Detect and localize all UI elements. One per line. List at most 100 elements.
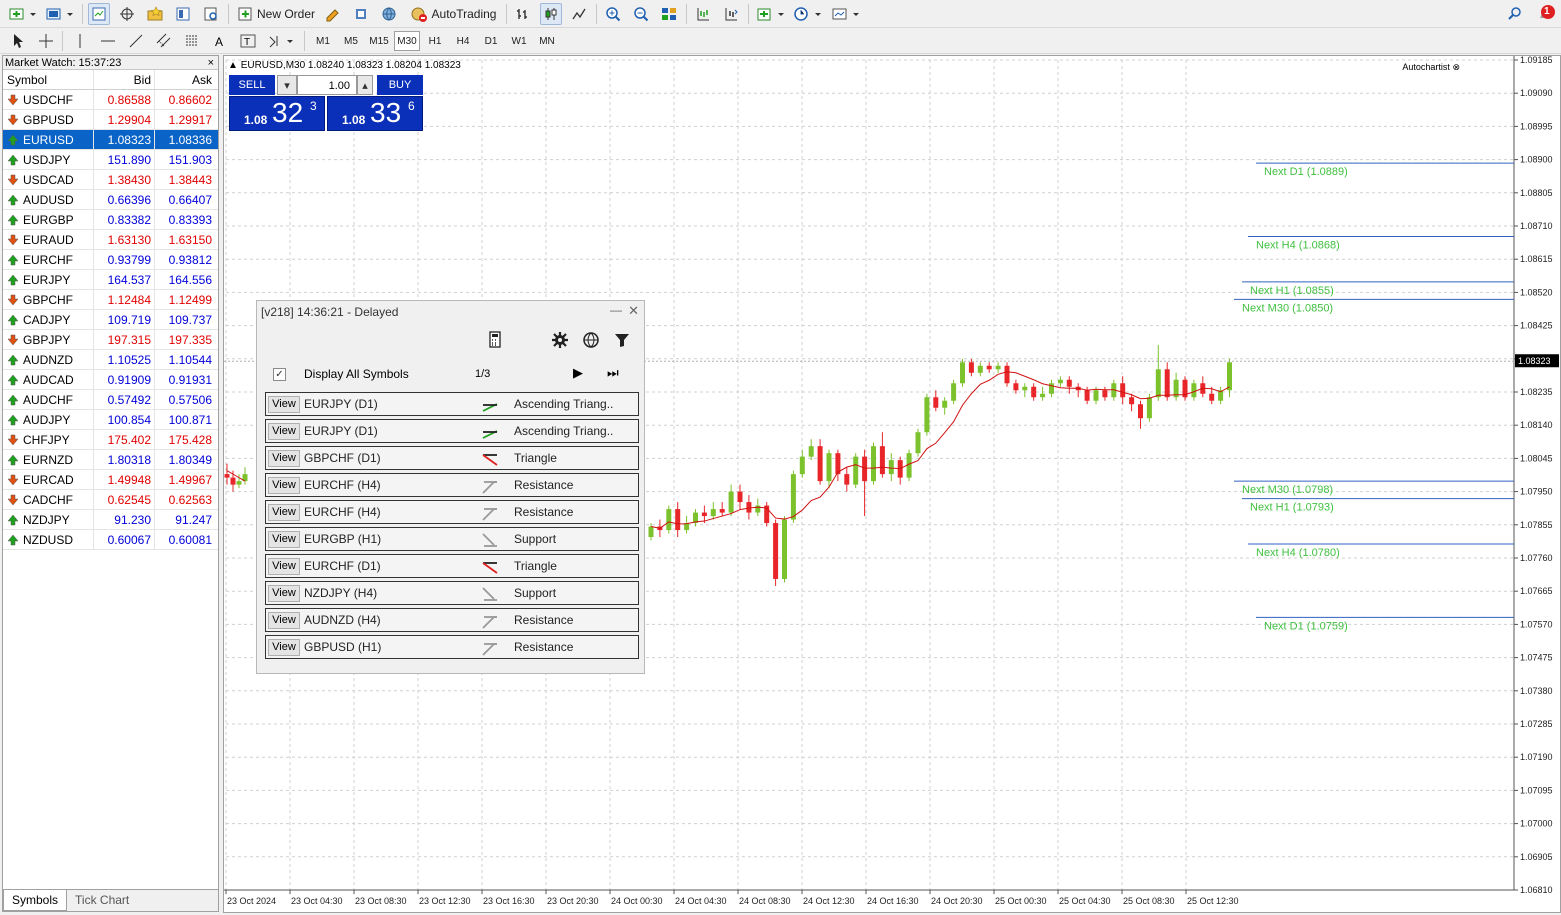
market-watch-row[interactable]: EURCAD 1.49948 1.49967 [3, 470, 218, 490]
signals-button[interactable] [350, 3, 372, 25]
market-watch-row[interactable]: AUDUSD 0.66396 0.66407 [3, 190, 218, 210]
line-chart-button[interactable] [568, 3, 590, 25]
pattern-row[interactable]: View EURJPY (D1) Ascending Triang.. [265, 392, 639, 416]
market-watch-row[interactable]: EURAUD 1.63130 1.63150 [3, 230, 218, 250]
crosshair-button[interactable] [36, 30, 56, 52]
timeframe-m15-button[interactable]: M15 [366, 31, 392, 51]
market-watch-row[interactable]: GBPCHF 1.12484 1.12499 [3, 290, 218, 310]
filter-button[interactable] [613, 331, 631, 349]
tab-symbols[interactable]: Symbols [3, 890, 68, 911]
terminal-button[interactable] [172, 3, 194, 25]
market-watch-row[interactable]: EURJPY 164.537 164.556 [3, 270, 218, 290]
market-watch-button[interactable] [88, 3, 110, 25]
view-button[interactable]: View [268, 585, 300, 602]
tile-windows-button[interactable] [658, 3, 680, 25]
community-button[interactable] [378, 3, 400, 25]
lot-decrease-button[interactable]: ▾ [277, 75, 297, 95]
market-watch-row[interactable]: AUDCHF 0.57492 0.57506 [3, 390, 218, 410]
data-window-button[interactable] [116, 3, 138, 25]
view-button[interactable]: View [268, 423, 300, 440]
sell-button[interactable]: SELL [229, 75, 275, 95]
view-button[interactable]: View [268, 639, 300, 656]
pattern-row[interactable]: View EURCHF (D1) Triangle [265, 554, 639, 578]
timeframe-mn-button[interactable]: MN [534, 31, 560, 51]
view-button[interactable]: View [268, 504, 300, 521]
close-icon[interactable]: × [208, 56, 214, 70]
market-watch-row[interactable]: USDCAD 1.38430 1.38443 [3, 170, 218, 190]
market-watch-row[interactable]: EURGBP 0.83382 0.83393 [3, 210, 218, 230]
market-watch-row[interactable]: GBPUSD 1.29904 1.29917 [3, 110, 218, 130]
market-watch-row[interactable]: AUDCAD 0.91909 0.91931 [3, 370, 218, 390]
timeframe-m5-button[interactable]: M5 [338, 31, 364, 51]
buy-button[interactable]: BUY [377, 75, 423, 95]
text-label-button[interactable]: T [238, 30, 258, 52]
market-watch-row[interactable]: NZDUSD 0.60067 0.60081 [3, 530, 218, 550]
pattern-row[interactable]: View NZDJPY (H4) Support [265, 581, 639, 605]
trendline-button[interactable] [126, 30, 146, 52]
last-page-icon[interactable]: ⏭ [607, 365, 619, 381]
market-watch-row[interactable]: AUDJPY 100.854 100.871 [3, 410, 218, 430]
minimize-icon[interactable]: — [610, 303, 622, 317]
zoom-out-button[interactable] [630, 3, 652, 25]
timeframe-h4-button[interactable]: H4 [450, 31, 476, 51]
templates-button[interactable] [830, 3, 862, 25]
view-button[interactable]: View [268, 477, 300, 494]
language-button[interactable] [582, 331, 600, 349]
chart-shift-button[interactable] [692, 3, 714, 25]
view-button[interactable]: View [268, 558, 300, 575]
market-watch-row[interactable]: AUDNZD 1.10525 1.10544 [3, 350, 218, 370]
timeframe-w1-button[interactable]: W1 [506, 31, 532, 51]
market-watch-row[interactable]: CADCHF 0.62545 0.62563 [3, 490, 218, 510]
cursor-button[interactable] [8, 30, 28, 52]
new-order-button[interactable]: New Order [234, 3, 318, 25]
notifications-button[interactable]: 1 [1534, 3, 1558, 25]
view-button[interactable]: View [268, 531, 300, 548]
pattern-row[interactable]: View GBPUSD (H1) Resistance [265, 635, 639, 659]
display-all-checkbox[interactable]: ✓ [273, 368, 286, 381]
search-button[interactable] [1504, 3, 1526, 25]
lot-increase-button[interactable]: ▴ [357, 75, 373, 95]
navigator-button[interactable] [144, 3, 166, 25]
arrows-button[interactable] [266, 30, 298, 52]
view-button[interactable]: View [268, 450, 300, 467]
zoom-in-button[interactable] [602, 3, 624, 25]
market-watch-row[interactable]: CHFJPY 175.402 175.428 [3, 430, 218, 450]
bar-chart-button[interactable] [512, 3, 534, 25]
next-page-icon[interactable]: ▶ [573, 365, 583, 381]
pattern-row[interactable]: View EURCHF (H4) Resistance [265, 473, 639, 497]
settings-button[interactable] [551, 331, 569, 349]
horizontal-line-button[interactable] [98, 30, 118, 52]
calculator-button[interactable] [486, 331, 504, 349]
pattern-row[interactable]: View GBPCHF (D1) Triangle [265, 446, 639, 470]
timeframe-d1-button[interactable]: D1 [478, 31, 504, 51]
market-watch-row[interactable]: EURUSD 1.08323 1.08336 [3, 130, 218, 150]
close-icon[interactable]: ✕ [628, 303, 639, 319]
tab-tick-chart[interactable]: Tick Chart [67, 890, 137, 911]
periods-button[interactable] [792, 3, 824, 25]
strategy-tester-button[interactable] [200, 3, 222, 25]
market-watch-row[interactable]: EURNZD 1.80318 1.80349 [3, 450, 218, 470]
lot-size-input[interactable]: 1.00 [297, 75, 357, 95]
text-button[interactable]: A [210, 30, 230, 52]
column-header-bid[interactable]: Bid [94, 70, 155, 89]
vertical-line-button[interactable] [70, 30, 90, 52]
timeframe-h1-button[interactable]: H1 [422, 31, 448, 51]
view-button[interactable]: View [268, 612, 300, 629]
view-button[interactable]: View [268, 396, 300, 413]
market-watch-row[interactable]: USDJPY 151.890 151.903 [3, 150, 218, 170]
market-watch-row[interactable]: NZDJPY 91.230 91.247 [3, 510, 218, 530]
autoscroll-button[interactable] [720, 3, 742, 25]
autotrading-button[interactable]: AutoTrading [406, 3, 500, 25]
new-chart-button[interactable] [6, 3, 40, 25]
market-watch-row[interactable]: CADJPY 109.719 109.737 [3, 310, 218, 330]
profiles-button[interactable] [44, 3, 76, 25]
metaeditor-button[interactable] [322, 3, 344, 25]
candlestick-chart-button[interactable] [540, 3, 562, 25]
autochartist-label[interactable]: Autochartist ⊗ [1402, 62, 1460, 73]
market-watch-row[interactable]: USDCHF 0.86588 0.86602 [3, 90, 218, 110]
pattern-row[interactable]: View AUDNZD (H4) Resistance [265, 608, 639, 632]
column-header-ask[interactable]: Ask [155, 70, 216, 89]
column-header-symbol[interactable]: Symbol [3, 70, 94, 89]
chart-collapse-icon[interactable]: ▲ [228, 60, 238, 71]
timeframe-m30-button[interactable]: M30 [394, 31, 420, 51]
